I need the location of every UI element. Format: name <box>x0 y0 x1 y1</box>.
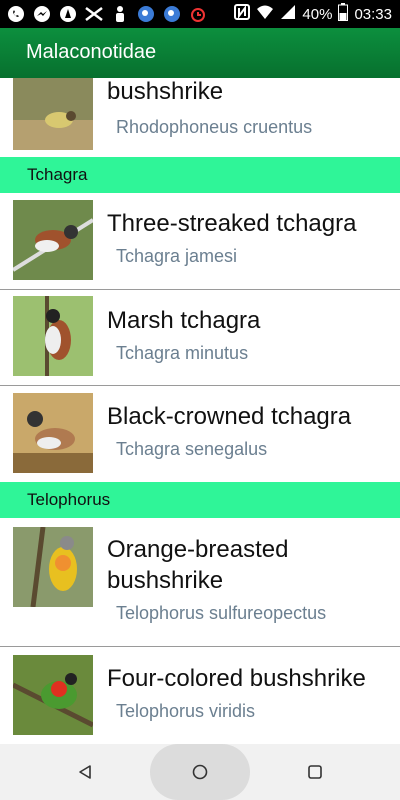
bird-thumbnail <box>13 78 93 150</box>
alarm-clock-icon <box>188 4 208 24</box>
species-scientific-name: Rhodophoneus cruentus <box>116 117 313 137</box>
signal-icon <box>280 4 296 24</box>
battery-percent: 40% <box>302 5 333 23</box>
person-icon <box>110 4 130 24</box>
battery-icon <box>338 3 349 25</box>
page-title: Malaconotidae <box>26 41 157 63</box>
clock: 03:33 <box>354 5 392 23</box>
list-item[interactable]: Three-streaked tchagra Tchagra jamesi <box>0 193 400 289</box>
section-header-telophorus: Telophorus <box>0 482 400 518</box>
home-icon <box>192 764 208 780</box>
bird-thumbnail <box>13 393 93 473</box>
list-item[interactable]: Four-colored bushshrike Telophorus virid… <box>0 647 400 744</box>
whatsapp-icon <box>6 4 26 24</box>
species-scientific-name: Telophorus sulfureopectus <box>116 603 327 623</box>
species-name: Orange-breasted bushshrike <box>107 534 288 596</box>
species-scientific-name: Telophorus viridis <box>116 701 256 721</box>
messenger-icon <box>32 4 52 24</box>
nfc-icon <box>234 4 251 24</box>
species-name-line: bushshrike <box>107 567 224 594</box>
list-item[interactable]: Black-crowned tchagra Tchagra senegalus <box>0 386 400 482</box>
status-bar: 40% 03:33 <box>0 0 400 28</box>
bird-icon <box>136 4 156 24</box>
navigation-bar <box>0 744 400 800</box>
species-scientific-name: Tchagra senegalus <box>116 439 268 459</box>
wifi-icon <box>256 4 274 24</box>
usb-icon <box>84 4 104 24</box>
back-icon <box>79 765 91 779</box>
section-title: Tchagra <box>27 165 88 184</box>
species-scientific-name: Tchagra jamesi <box>116 246 238 266</box>
species-name: Marsh tchagra <box>107 307 261 334</box>
species-scientific-name: Tchagra minutus <box>116 343 249 363</box>
list-item[interactable]: Marsh tchagra Tchagra minutus <box>0 290 400 386</box>
species-name: Three-streaked tchagra <box>107 210 357 237</box>
recents-button[interactable] <box>295 744 335 800</box>
list-item[interactable]: bushshrike Rhodophoneus cruentus <box>0 78 400 155</box>
app-bar: Malaconotidae <box>0 28 400 78</box>
bird-thumbnail <box>13 200 93 280</box>
list-item[interactable]: Orange-breasted bushshrike Telophorus su… <box>0 518 400 646</box>
home-button[interactable] <box>180 744 220 800</box>
notification-icons <box>6 4 208 24</box>
back-button[interactable] <box>65 744 105 800</box>
bird-thumbnail <box>13 296 93 376</box>
section-title: Telophorus <box>27 490 111 509</box>
recents-icon <box>308 765 322 779</box>
species-name-line: Orange-breasted <box>107 536 289 563</box>
bird-thumbnail <box>13 527 93 607</box>
species-name: Four-colored bushshrike <box>107 665 366 692</box>
system-status: 40% 03:33 <box>234 3 392 25</box>
alarm-icon <box>58 4 78 24</box>
section-header-tchagra: Tchagra <box>0 157 400 193</box>
bird-icon <box>162 4 182 24</box>
species-list[interactable]: bushshrike Rhodophoneus cruentus Tchagra… <box>0 78 400 744</box>
species-name: bushshrike <box>107 78 224 105</box>
species-name: Black-crowned tchagra <box>107 403 352 430</box>
bird-thumbnail <box>13 655 93 735</box>
